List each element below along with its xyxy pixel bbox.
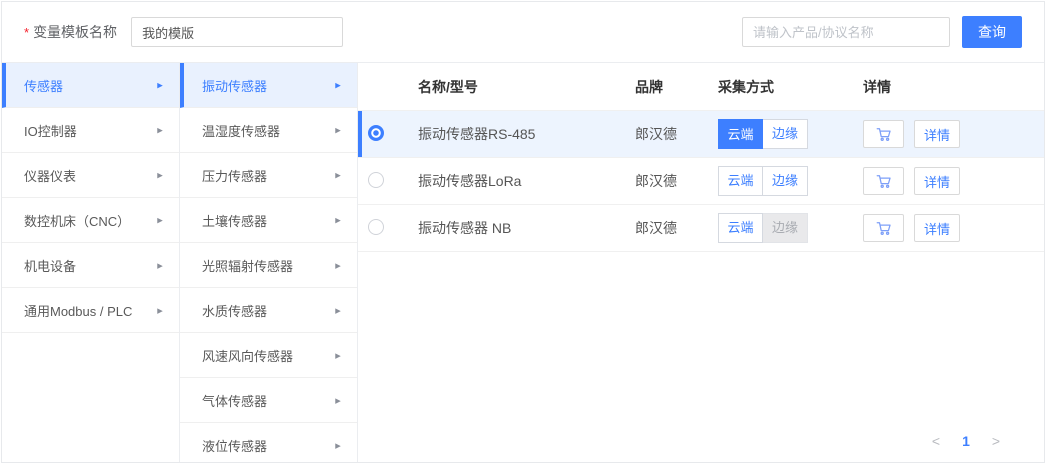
chevron-right-icon: ▶ bbox=[335, 441, 341, 449]
prev-page-button[interactable]: < bbox=[928, 433, 944, 449]
cloud-mode-button[interactable]: 云端 bbox=[718, 119, 763, 149]
template-selector-panel: * 变量模板名称 查询 传感器 ▶ IO控制器 ▶ 仪器仪表 ▶ 数控机床（CN… bbox=[1, 1, 1045, 463]
chevron-right-icon: ▶ bbox=[335, 351, 341, 359]
page-number[interactable]: 1 bbox=[958, 433, 974, 449]
chevron-right-icon: ▶ bbox=[335, 261, 341, 269]
subcategory-item-soil[interactable]: 土壤传感器 ▶ bbox=[180, 198, 357, 243]
product-name: 振动传感器LoRa bbox=[418, 171, 630, 191]
required-asterisk: * bbox=[24, 25, 29, 40]
product-name: 振动传感器 NB bbox=[418, 218, 630, 238]
next-page-button[interactable]: > bbox=[988, 433, 1004, 449]
category-menu: 传感器 ▶ IO控制器 ▶ 仪器仪表 ▶ 数控机床（CNC） ▶ 机电设备 ▶ … bbox=[2, 63, 180, 463]
chevron-right-icon: ▶ bbox=[157, 126, 163, 134]
subcategory-label: 气体传感器 bbox=[202, 391, 267, 410]
cart-icon bbox=[875, 125, 893, 143]
category-label: 传感器 bbox=[24, 76, 63, 95]
query-button[interactable]: 查询 bbox=[962, 16, 1022, 48]
table-row[interactable]: 振动传感器LoRa 郎汉德 云端 边缘 详情 bbox=[358, 158, 1044, 205]
product-brand: 郎汉德 bbox=[630, 218, 712, 238]
product-brand: 郎汉德 bbox=[630, 171, 712, 191]
chevron-right-icon: ▶ bbox=[335, 216, 341, 224]
subcategory-item-pressure[interactable]: 压力传感器 ▶ bbox=[180, 153, 357, 198]
chevron-right-icon: ▶ bbox=[157, 81, 163, 89]
edge-mode-button-disabled: 边缘 bbox=[763, 213, 808, 243]
subcategory-item-wind[interactable]: 风速风向传感器 ▶ bbox=[180, 333, 357, 378]
chevron-right-icon: ▶ bbox=[335, 306, 341, 314]
top-toolbar: * 变量模板名称 查询 bbox=[2, 2, 1044, 63]
cart-button[interactable] bbox=[863, 120, 904, 148]
category-item-instrument[interactable]: 仪器仪表 ▶ bbox=[2, 153, 179, 198]
cart-button[interactable] bbox=[863, 167, 904, 195]
category-item-electromechanical[interactable]: 机电设备 ▶ bbox=[2, 243, 179, 288]
category-label: IO控制器 bbox=[24, 121, 77, 140]
subcategory-item-light-radiation[interactable]: 光照辐射传感器 ▶ bbox=[180, 243, 357, 288]
category-item-cnc[interactable]: 数控机床（CNC） ▶ bbox=[2, 198, 179, 243]
subcategory-label: 压力传感器 bbox=[202, 166, 267, 185]
category-item-modbus-plc[interactable]: 通用Modbus / PLC ▶ bbox=[2, 288, 179, 333]
category-label: 仪器仪表 bbox=[24, 166, 76, 185]
template-name-input[interactable] bbox=[131, 17, 343, 47]
subcategory-menu: 振动传感器 ▶ 温湿度传感器 ▶ 压力传感器 ▶ 土壤传感器 ▶ 光照辐射传感器… bbox=[180, 63, 358, 463]
detail-button[interactable]: 详情 bbox=[914, 214, 960, 242]
cart-icon bbox=[875, 219, 893, 237]
subcategory-label: 水质传感器 bbox=[202, 301, 267, 320]
edge-mode-button[interactable]: 边缘 bbox=[763, 119, 808, 149]
product-search-input[interactable] bbox=[742, 17, 950, 47]
category-item-sensor[interactable]: 传感器 ▶ bbox=[2, 63, 179, 108]
table-header: 名称/型号 品牌 采集方式 详情 bbox=[358, 63, 1044, 111]
product-brand: 郎汉德 bbox=[630, 124, 712, 144]
subcategory-label: 土壤传感器 bbox=[202, 211, 267, 230]
subcategory-label: 液位传感器 bbox=[202, 436, 267, 455]
chevron-right-icon: ▶ bbox=[335, 171, 341, 179]
chevron-right-icon: ▶ bbox=[157, 306, 163, 314]
table-row[interactable]: 振动传感器RS-485 郎汉德 云端 边缘 详情 bbox=[358, 111, 1044, 158]
cloud-mode-button[interactable]: 云端 bbox=[718, 213, 763, 243]
subcategory-item-vibration[interactable]: 振动传感器 ▶ bbox=[180, 63, 357, 108]
category-item-io-controller[interactable]: IO控制器 ▶ bbox=[2, 108, 179, 153]
subcategory-label: 光照辐射传感器 bbox=[202, 256, 293, 275]
category-label: 通用Modbus / PLC bbox=[24, 301, 132, 320]
chevron-right-icon: ▶ bbox=[335, 396, 341, 404]
chevron-right-icon: ▶ bbox=[157, 261, 163, 269]
product-name: 振动传感器RS-485 bbox=[418, 124, 630, 144]
subcategory-item-gas[interactable]: 气体传感器 ▶ bbox=[180, 378, 357, 423]
chevron-right-icon: ▶ bbox=[157, 171, 163, 179]
chevron-right-icon: ▶ bbox=[157, 216, 163, 224]
chevron-right-icon: ▶ bbox=[335, 126, 341, 134]
product-table: 名称/型号 品牌 采集方式 详情 振动传感器RS-485 郎汉德 云端 边缘 bbox=[358, 63, 1044, 463]
subcategory-item-liquid-level[interactable]: 液位传感器 ▶ bbox=[180, 423, 357, 463]
pagination: < 1 > bbox=[928, 433, 1004, 449]
subcategory-item-water-quality[interactable]: 水质传感器 ▶ bbox=[180, 288, 357, 333]
subcategory-label: 振动传感器 bbox=[202, 76, 267, 95]
header-name: 名称/型号 bbox=[418, 77, 630, 97]
chevron-right-icon: ▶ bbox=[335, 81, 341, 89]
cart-icon bbox=[875, 172, 893, 190]
detail-button[interactable]: 详情 bbox=[914, 120, 960, 148]
category-label: 数控机床（CNC） bbox=[24, 211, 130, 230]
radio-unselected[interactable] bbox=[368, 219, 384, 235]
category-label: 机电设备 bbox=[24, 256, 76, 275]
subcategory-label: 风速风向传感器 bbox=[202, 346, 293, 365]
subcategory-item-temp-humidity[interactable]: 温湿度传感器 ▶ bbox=[180, 108, 357, 153]
radio-selected[interactable] bbox=[368, 125, 384, 141]
cloud-mode-button[interactable]: 云端 bbox=[718, 166, 763, 196]
template-name-label: 变量模板名称 bbox=[33, 22, 117, 42]
header-brand: 品牌 bbox=[630, 77, 712, 97]
cart-button[interactable] bbox=[863, 214, 904, 242]
header-method: 采集方式 bbox=[712, 77, 860, 97]
radio-unselected[interactable] bbox=[368, 172, 384, 188]
detail-button[interactable]: 详情 bbox=[914, 167, 960, 195]
edge-mode-button[interactable]: 边缘 bbox=[763, 166, 808, 196]
header-detail: 详情 bbox=[860, 77, 1044, 97]
table-row[interactable]: 振动传感器 NB 郎汉德 云端 边缘 详情 bbox=[358, 205, 1044, 252]
subcategory-label: 温湿度传感器 bbox=[202, 121, 280, 140]
